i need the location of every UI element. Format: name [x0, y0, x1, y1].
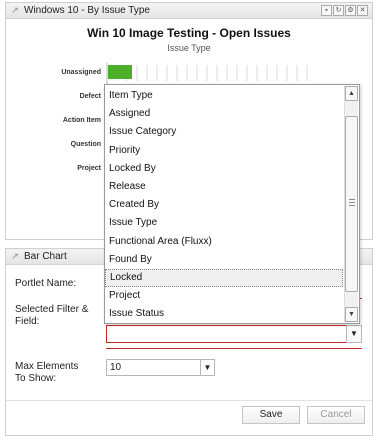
dropdown-option[interactable]: Assigned — [105, 105, 343, 123]
category-label: Action Item — [62, 117, 101, 124]
bar-chart-portlet-title: Bar Chart — [24, 251, 67, 262]
dropdown-option[interactable]: Locked By — [105, 160, 343, 178]
dropdown-option[interactable]: Locked — [105, 268, 343, 288]
chevron-down-icon: ▼ — [200, 360, 214, 375]
filter-field-label: Selected Filter & Field: — [15, 304, 88, 328]
max-elements-select[interactable]: 10 ▼ — [106, 359, 215, 376]
save-button[interactable]: Save — [242, 406, 300, 424]
bar-unassigned[interactable] — [108, 65, 132, 79]
dropdown-option[interactable]: Issue Type — [105, 214, 343, 232]
chevron-down-icon: ▼ — [350, 329, 358, 338]
category-label: Defect — [79, 93, 101, 100]
dropdown-option[interactable]: Issue Category — [105, 123, 343, 141]
filter-field-input[interactable] — [106, 325, 347, 343]
max-elements-label: Max Elements To Show: — [15, 361, 78, 385]
filter-field-dropdown-button[interactable]: ▼ — [346, 325, 362, 343]
dropdown-option[interactable]: Issue Status — [105, 305, 343, 323]
dropdown-option[interactable]: Found By — [105, 251, 343, 269]
form-footer-divider — [6, 400, 372, 401]
dropdown-items: Item Type Assigned Issue Category Priority L… — [105, 87, 343, 323]
scroll-thumb[interactable] — [345, 116, 358, 292]
dropdown-option[interactable]: Created By — [105, 196, 343, 214]
max-elements-label-line1: Max Elements — [15, 361, 79, 372]
dropdown-option[interactable]: Item Type — [105, 87, 343, 105]
dropdown-option[interactable]: Functional Area (Fluxx) — [105, 233, 343, 251]
max-elements-label-line2: To Show: — [15, 373, 57, 384]
filter-field-label-line2: Field: — [15, 316, 40, 327]
filter-field-label-line1: Selected Filter & — [15, 304, 89, 315]
category-label: Question — [70, 141, 101, 148]
dropdown-option[interactable]: Project — [105, 287, 343, 305]
scroll-grip-icon — [349, 199, 355, 206]
category-label: Project — [77, 165, 101, 172]
external-link-icon[interactable]: ↗ — [10, 251, 20, 262]
category-label: Unassigned — [61, 69, 101, 76]
filter-field-error-line — [106, 348, 362, 349]
max-elements-value: 10 — [110, 362, 122, 373]
field-dropdown-list: Item Type Assigned Issue Category Priority L… — [104, 84, 360, 324]
scroll-up-icon[interactable]: ▲ — [345, 86, 358, 101]
dropdown-option[interactable]: Release — [105, 178, 343, 196]
dropdown-option[interactable]: Priority — [105, 142, 343, 160]
scroll-down-icon[interactable]: ▼ — [345, 307, 358, 322]
dropdown-scrollbar[interactable]: ▲ ▼ — [344, 86, 358, 322]
portlet-name-label: Portlet Name: — [15, 278, 77, 289]
cancel-button[interactable]: Cancel — [307, 406, 365, 424]
